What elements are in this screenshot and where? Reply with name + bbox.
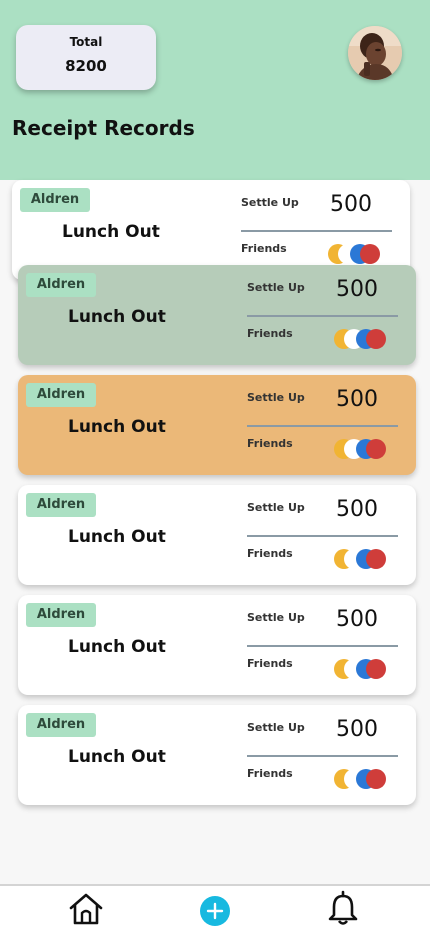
total-card: Total 8200 <box>16 25 156 90</box>
friend-avatar-icon <box>366 329 386 349</box>
friends-avatars[interactable] <box>328 244 388 266</box>
receipt-title: Lunch Out <box>68 637 166 657</box>
bottom-tab-bar <box>0 884 430 932</box>
receipt-card[interactable]: Aldren Lunch Out Settle Up 500 Friends <box>18 595 416 695</box>
payer-tag: Aldren <box>26 713 96 737</box>
friends-label: Friends <box>247 437 293 450</box>
settle-amount: 500 <box>336 717 378 742</box>
receipt-card[interactable]: Aldren Lunch Out Settle Up 500 Friends <box>18 705 416 805</box>
payer-tag: Aldren <box>26 383 96 407</box>
payer-tag: Aldren <box>26 603 96 627</box>
friend-avatar-icon <box>366 549 386 569</box>
settle-up-label: Settle Up <box>247 391 305 404</box>
friends-label: Friends <box>241 242 287 255</box>
settle-amount: 500 <box>330 192 372 217</box>
friend-avatar-icon <box>360 244 380 264</box>
receipt-title: Lunch Out <box>62 222 160 242</box>
receipt-title: Lunch Out <box>68 527 166 547</box>
settle-amount: 500 <box>336 607 378 632</box>
total-label: Total <box>69 35 103 49</box>
header: Total 8200 Receipt Records <box>0 0 430 180</box>
receipt-title: Lunch Out <box>68 307 166 327</box>
friends-avatars[interactable] <box>334 549 394 571</box>
friends-avatars[interactable] <box>334 659 394 681</box>
payer-tag: Aldren <box>26 273 96 297</box>
payer-tag: Aldren <box>26 493 96 517</box>
settle-up-label: Settle Up <box>247 281 305 294</box>
add-icon[interactable] <box>200 896 230 926</box>
friends-avatars[interactable] <box>334 329 394 351</box>
friend-avatar-icon <box>366 659 386 679</box>
settle-amount: 500 <box>336 387 378 412</box>
divider <box>247 425 398 427</box>
friend-avatar-icon <box>366 439 386 459</box>
divider <box>247 315 398 317</box>
friends-label: Friends <box>247 327 293 340</box>
friends-label: Friends <box>247 547 293 560</box>
receipt-card[interactable]: Aldren Lunch Out Settle Up 500 Friends <box>18 375 416 475</box>
settle-up-label: Settle Up <box>247 721 305 734</box>
settle-up-label: Settle Up <box>241 196 299 209</box>
friends-avatars[interactable] <box>334 769 394 791</box>
settle-up-label: Settle Up <box>247 611 305 624</box>
friends-avatars[interactable] <box>334 439 394 461</box>
total-value: 8200 <box>65 57 107 75</box>
settle-amount: 500 <box>336 277 378 302</box>
divider <box>247 535 398 537</box>
friend-avatar-icon <box>366 769 386 789</box>
receipt-title: Lunch Out <box>68 417 166 437</box>
divider <box>241 230 392 232</box>
divider <box>247 645 398 647</box>
avatar[interactable] <box>348 26 402 80</box>
page-title: Receipt Records <box>12 116 195 140</box>
user-avatar-icon <box>348 26 402 80</box>
settle-up-label: Settle Up <box>247 501 305 514</box>
payer-tag: Aldren <box>20 188 90 212</box>
friends-label: Friends <box>247 657 293 670</box>
receipt-title: Lunch Out <box>68 747 166 767</box>
home-icon[interactable] <box>68 892 104 926</box>
settle-amount: 500 <box>336 497 378 522</box>
friends-label: Friends <box>247 767 293 780</box>
receipt-card[interactable]: Aldren Lunch Out Settle Up 500 Friends <box>18 485 416 585</box>
divider <box>247 755 398 757</box>
bell-icon[interactable] <box>324 890 362 928</box>
receipt-card[interactable]: Aldren Lunch Out Settle Up 500 Friends <box>18 265 416 365</box>
